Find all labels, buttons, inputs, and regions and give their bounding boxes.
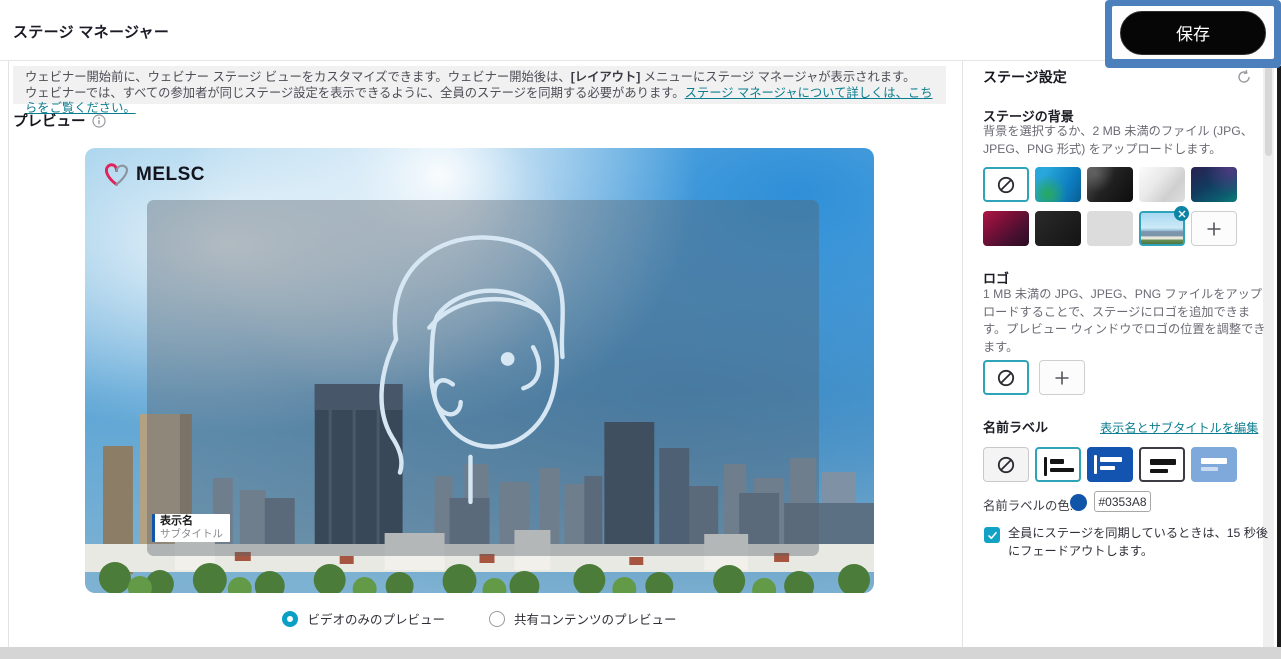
background-description: 背景を選択するか、2 MB 未満のファイル (JPG、JPEG、PNG 形式) … xyxy=(983,123,1263,158)
melsc-logo-text: MELSC xyxy=(136,164,205,186)
display-name-text: 表示名 xyxy=(160,515,223,528)
panel-divider xyxy=(962,61,963,647)
save-button[interactable]: 保存 xyxy=(1120,11,1266,55)
name-label-color-value[interactable]: #0353A8 xyxy=(1094,491,1151,512)
none-icon xyxy=(996,175,1016,195)
none-icon xyxy=(996,455,1016,475)
sync-fade-checkbox[interactable] xyxy=(984,527,1000,543)
window-bottom-edge xyxy=(0,647,1281,659)
radio-unselected-icon[interactable] xyxy=(489,611,505,627)
page-title: ステージ マネージャー xyxy=(13,21,169,42)
preview-name-label[interactable]: 表示名 サブタイトル xyxy=(152,514,230,542)
plus-icon xyxy=(1206,221,1222,237)
scrollbar-thumb[interactable] xyxy=(1265,66,1272,156)
name-label-color-label: 名前ラベルの色: xyxy=(983,496,1073,514)
bg-option-silver-gradient[interactable] xyxy=(1139,167,1185,202)
logo-description: 1 MB 未満の JPG、JPEG、PNG ファイルをアップロードすることで、ス… xyxy=(983,286,1267,356)
preview-heading: プレビュー xyxy=(13,110,106,131)
style-bars xyxy=(1198,455,1230,474)
stage-settings-title: ステージ設定 xyxy=(983,67,1067,87)
radio-selected-icon[interactable] xyxy=(282,611,298,627)
name-label-style-light-left-accent-selected[interactable] xyxy=(1035,447,1081,482)
style-bars xyxy=(1044,457,1072,472)
refresh-icon[interactable] xyxy=(1235,68,1253,86)
none-icon xyxy=(996,368,1016,388)
style-bars xyxy=(1094,455,1126,474)
bg-option-dark-gradient[interactable] xyxy=(1087,167,1133,202)
sync-fade-label: 全員にステージを同期しているときは、15 秒後にフェードアウトします。 xyxy=(1008,525,1270,560)
name-label-style-blue-filled[interactable] xyxy=(1087,447,1133,482)
avatar-face-placeholder xyxy=(361,209,596,504)
bg-option-black[interactable] xyxy=(1035,211,1081,246)
melsc-logo: MELSC xyxy=(103,161,205,188)
logo-heading: ロゴ xyxy=(983,268,1009,287)
edit-display-name-link[interactable]: 表示名とサブタイトルを編集 xyxy=(1100,418,1258,436)
bg-option-maroon-gradient[interactable] xyxy=(983,211,1029,246)
subtitle-text: サブタイトル xyxy=(160,528,223,540)
melsc-heart-icon xyxy=(103,161,130,188)
logo-option-add-custom[interactable] xyxy=(1039,360,1085,395)
window-right-edge xyxy=(1277,66,1281,659)
top-bar: ステージ マネージャー xyxy=(0,0,1281,61)
plus-icon xyxy=(1054,370,1070,386)
stage-preview: MELSC 表示名 サブタイトル xyxy=(85,148,874,593)
name-label-heading: 名前ラベル xyxy=(983,417,1048,436)
bg-option-add-custom[interactable] xyxy=(1191,211,1237,246)
preview-mode-radio-group: ビデオのみのプレビュー 共有コンテンツのプレビュー xyxy=(85,609,874,628)
close-icon xyxy=(1178,210,1186,218)
bg-option-light-gray[interactable] xyxy=(1087,211,1133,246)
name-label-color-swatch[interactable] xyxy=(1070,494,1087,511)
save-button-area: 保存 xyxy=(1112,6,1274,59)
radio-video-only-preview[interactable]: ビデオのみのプレビュー xyxy=(282,609,445,628)
banner-line2: ウェビナーでは、すべての参加者が同じステージ設定を表示できるように、全員のステー… xyxy=(25,86,934,117)
radio-shared-content-preview[interactable]: 共有コンテンツのプレビュー xyxy=(489,609,677,628)
bg-option-navy-teal-gradient[interactable] xyxy=(1191,167,1237,202)
style-bars xyxy=(1148,457,1176,472)
name-label-style-blue-translucent[interactable] xyxy=(1191,447,1237,482)
panel-left-border xyxy=(8,61,9,647)
check-icon xyxy=(987,530,998,541)
info-banner: ウェビナー開始前に、ウェビナー ステージ ビューをカスタマイズできます。ウェビナ… xyxy=(13,66,946,104)
video-area-overlay xyxy=(147,200,819,556)
bg-option-ocean-gradient[interactable] xyxy=(1035,167,1081,202)
name-label-style-light-bold[interactable] xyxy=(1139,447,1185,482)
name-label-style-none[interactable] xyxy=(983,447,1029,482)
banner-layout-menu-ref: [レイアウト] xyxy=(571,70,641,84)
info-icon[interactable] xyxy=(92,114,106,128)
bg-option-city-photo-selected[interactable] xyxy=(1139,211,1185,246)
remove-background-button[interactable] xyxy=(1174,206,1189,221)
logo-option-none[interactable] xyxy=(983,360,1029,395)
bg-option-none[interactable] xyxy=(983,167,1029,202)
save-button-highlight-box: 保存 xyxy=(1105,0,1281,68)
banner-line1: ウェビナー開始前に、ウェビナー ステージ ビューをカスタマイズできます。ウェビナ… xyxy=(25,70,934,86)
